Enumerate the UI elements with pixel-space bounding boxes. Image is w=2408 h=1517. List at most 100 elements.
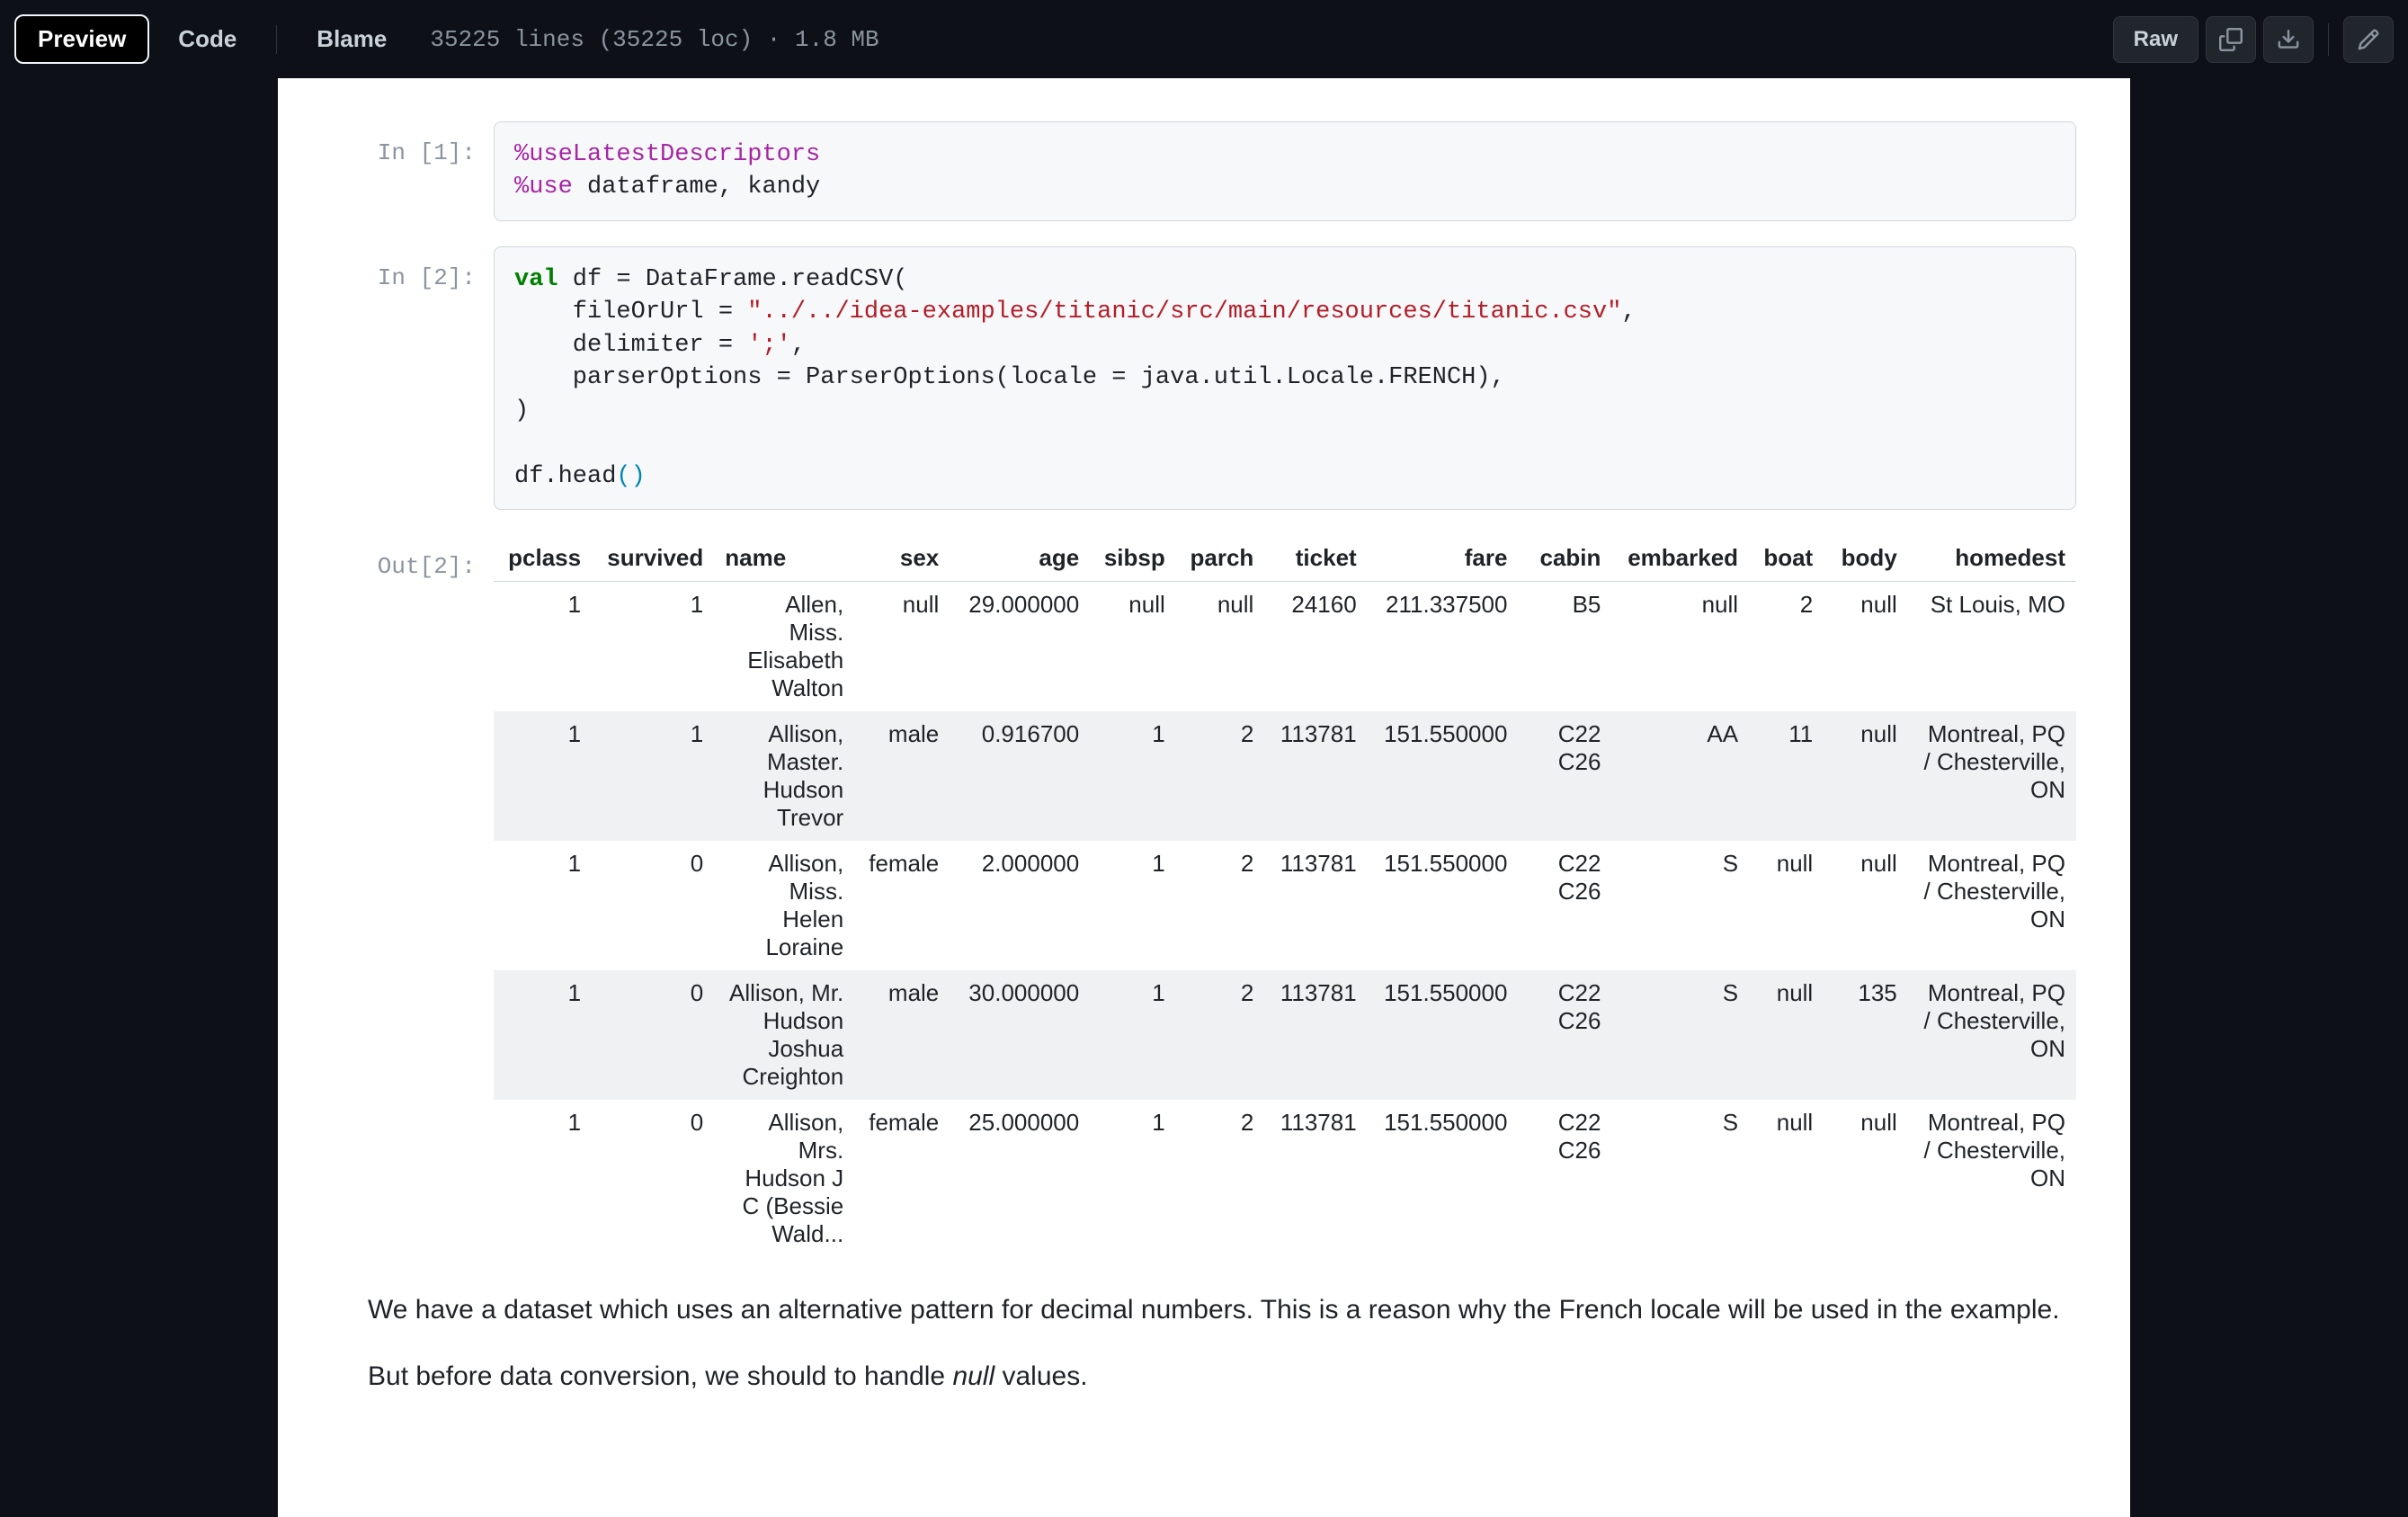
code-token: val — [514, 266, 558, 293]
table-cell-body: 135 — [1824, 970, 1908, 1100]
table-cell-homedest: Montreal, PQ / Chesterville, ON — [1908, 841, 2076, 970]
table-cell-fare: 151.550000 — [1368, 841, 1519, 970]
file-toolbar: Preview Code Blame 35225 lines (35225 lo… — [0, 0, 2408, 78]
table-cell-homedest: Montreal, PQ / Chesterville, ON — [1908, 970, 2076, 1100]
copy-icon[interactable] — [2206, 16, 2256, 63]
table-cell-homedest: St Louis, MO — [1908, 581, 2076, 711]
table-cell-parch: null — [1176, 581, 1265, 711]
table-cell-name: Allison, Mrs. Hudson J C (Bessie Wald... — [714, 1100, 854, 1257]
cell-prompt: In [1]: — [368, 121, 494, 221]
cell-prompt: Out[2]: — [368, 535, 494, 1257]
separator — [276, 25, 277, 54]
table-cell-cabin: B5 — [1518, 581, 1611, 711]
markdown-text: values. — [994, 1361, 1087, 1391]
table-cell-parch: 2 — [1176, 1100, 1265, 1257]
code-token: ';' — [747, 332, 791, 359]
table-cell-body: null — [1824, 1100, 1908, 1257]
table-cell-ticket: 24160 — [1264, 581, 1367, 711]
table-cell-name: Allen, Miss. Elisabeth Walton — [714, 581, 854, 711]
table-cell-survived: 0 — [592, 970, 714, 1100]
table-cell-boat: null — [1749, 841, 1824, 970]
code-token: fileOrUrl = — [514, 299, 747, 326]
separator — [2328, 23, 2329, 56]
table-cell-homedest: Montreal, PQ / Chesterville, ON — [1908, 711, 2076, 841]
table-cell-age: 29.000000 — [950, 581, 1090, 711]
table-cell-body: null — [1824, 581, 1908, 711]
table-header-boat: boat — [1749, 535, 1824, 582]
table-cell-ticket: 113781 — [1264, 970, 1367, 1100]
table-cell-sex: female — [854, 841, 950, 970]
raw-button[interactable]: Raw — [2113, 16, 2198, 63]
table-header-homedest: homedest — [1908, 535, 2076, 582]
table-cell-embarked: S — [1611, 970, 1749, 1100]
code-token: % — [514, 174, 529, 201]
markdown-cell: We have a dataset which uses an alternat… — [368, 1289, 2076, 1398]
table-cell-sex: male — [854, 970, 950, 1100]
table-cell-boat: null — [1749, 970, 1824, 1100]
download-icon[interactable] — [2263, 16, 2314, 63]
tab-code[interactable]: Code — [156, 16, 258, 62]
table-cell-ticket: 113781 — [1264, 711, 1367, 841]
code-token: ( — [616, 463, 630, 490]
table-cell-name: Allison, Miss. Helen Loraine — [714, 841, 854, 970]
table-cell-embarked: S — [1611, 841, 1749, 970]
table-cell-sibsp: 1 — [1090, 841, 1176, 970]
code-token: dataframe, kandy — [573, 174, 820, 201]
table-cell-fare: 211.337500 — [1368, 581, 1519, 711]
table-header-age: age — [950, 535, 1090, 582]
tab-preview[interactable]: Preview — [14, 14, 149, 64]
table-cell-boat: null — [1749, 1100, 1824, 1257]
table-cell-body: null — [1824, 711, 1908, 841]
cell-prompt: In [2]: — [368, 246, 494, 510]
table-cell-pclass: 1 — [494, 1100, 592, 1257]
table-cell-age: 2.000000 — [950, 841, 1090, 970]
table-cell-sibsp: 1 — [1090, 711, 1176, 841]
code-token: delimiter = — [514, 332, 747, 359]
table-cell-age: 30.000000 — [950, 970, 1090, 1100]
table-cell-ticket: 113781 — [1264, 1100, 1367, 1257]
table-cell-cabin: C22 C26 — [1518, 711, 1611, 841]
code-block: val df = DataFrame.readCSV( fileOrUrl = … — [494, 246, 2076, 510]
table-row: 11Allen, Miss. Elisabeth Waltonnull29.00… — [494, 581, 2076, 711]
code-token: df.head — [514, 463, 616, 490]
table-cell-embarked: S — [1611, 1100, 1749, 1257]
table-cell-sex: male — [854, 711, 950, 841]
table-cell-boat: 11 — [1749, 711, 1824, 841]
table-header-pclass: pclass — [494, 535, 592, 582]
table-cell-age: 0.916700 — [950, 711, 1090, 841]
table-cell-fare: 151.550000 — [1368, 1100, 1519, 1257]
table-header-ticket: ticket — [1264, 535, 1367, 582]
table-cell-survived: 0 — [592, 841, 714, 970]
table-cell-cabin: C22 C26 — [1518, 841, 1611, 970]
table-cell-fare: 151.550000 — [1368, 970, 1519, 1100]
table-header-sex: sex — [854, 535, 950, 582]
table-cell-sibsp: null — [1090, 581, 1176, 711]
code-token: df = DataFrame.readCSV( — [558, 266, 908, 293]
table-cell-sex: female — [854, 1100, 950, 1257]
code-token: ) — [514, 397, 529, 424]
code-token: , — [791, 332, 806, 359]
file-meta: 35225 lines (35225 loc) · 1.8 MB — [430, 26, 878, 53]
edit-icon[interactable] — [2343, 16, 2394, 63]
table-cell-parch: 2 — [1176, 970, 1265, 1100]
table-cell-sibsp: 1 — [1090, 1100, 1176, 1257]
tab-blame[interactable]: Blame — [295, 16, 408, 62]
table-header-cabin: cabin — [1518, 535, 1611, 582]
markdown-p: But before data conversion, we should to… — [368, 1356, 2076, 1398]
markdown-text: But before data conversion, we should to… — [368, 1361, 952, 1391]
code-token: use — [529, 174, 573, 201]
table-cell-fare: 151.550000 — [1368, 711, 1519, 841]
table-cell-pclass: 1 — [494, 841, 592, 970]
dataframe-table: pclasssurvivednamesexagesibspparchticket… — [494, 535, 2076, 1257]
table-row: 11Allison, Master. Hudson Trevormale0.91… — [494, 711, 2076, 841]
table-cell-pclass: 1 — [494, 581, 592, 711]
cell-out-2: Out[2]: pclasssurvivednamesexagesibsppar… — [368, 535, 2076, 1257]
table-header-name: name — [714, 535, 854, 582]
cell-in-1: In [1]: %useLatestDescriptors %use dataf… — [368, 121, 2076, 221]
table-cell-cabin: C22 C26 — [1518, 1100, 1611, 1257]
table-cell-boat: 2 — [1749, 581, 1824, 711]
code-token: , — [1621, 299, 1636, 326]
table-header-survived: survived — [592, 535, 714, 582]
table-row: 10Allison, Miss. Helen Lorainefemale2.00… — [494, 841, 2076, 970]
code-token: % — [514, 141, 529, 168]
